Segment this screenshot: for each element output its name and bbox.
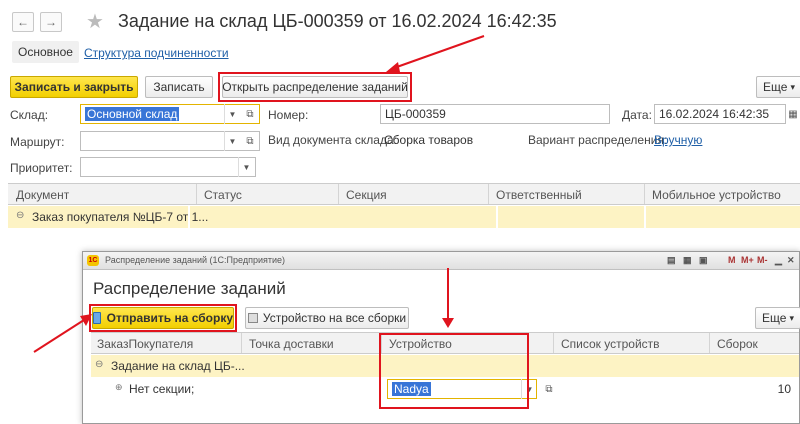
table-separator: [188, 206, 190, 228]
collapse-icon[interactable]: ⊖: [95, 359, 103, 370]
save-close-button[interactable]: Записать и закрыть: [10, 76, 138, 98]
col-delivery-point[interactable]: Точка доставки: [249, 337, 334, 351]
warehouse-open-icon[interactable]: ⧉: [242, 104, 258, 124]
date-label: Дата:: [622, 108, 652, 122]
col-status[interactable]: Статус: [204, 188, 242, 202]
memory-plus-icon[interactable]: M+: [741, 255, 754, 265]
doc-type-value: Сборка товаров: [384, 133, 474, 147]
table-separator: [496, 206, 498, 228]
calendar-icon[interactable]: ▦: [786, 104, 800, 124]
number-field[interactable]: ЦБ-000359: [380, 104, 610, 124]
device-field[interactable]: Nadya: [387, 379, 537, 399]
device-all-label: Устройство на все сборки: [262, 311, 407, 325]
expand-icon[interactable]: ⊕: [115, 382, 123, 393]
variant-link[interactable]: Вручную: [654, 133, 702, 147]
col-customer-order[interactable]: ЗаказПокупателя: [97, 337, 193, 351]
table-row[interactable]: ⊖ Задание на склад ЦБ-...: [91, 355, 799, 377]
group-row-label: Задание на склад ЦБ-...: [111, 359, 245, 373]
col-section[interactable]: Секция: [346, 188, 387, 202]
col-device-list[interactable]: Список устройств: [561, 337, 660, 351]
star-icon[interactable]: ★: [86, 9, 104, 34]
table-icon[interactable]: ▦: [683, 255, 692, 266]
route-label: Маршрут:: [10, 135, 65, 149]
memory-icon[interactable]: M: [728, 255, 736, 265]
copy-icon[interactable]: ▤: [667, 255, 676, 266]
priority-label: Приоритет:: [10, 161, 73, 175]
minimize-icon[interactable]: ▁: [775, 255, 782, 266]
number-value: ЦБ-000359: [385, 107, 446, 121]
arrow-right-icon: →: [45, 15, 57, 29]
variant-label: Вариант распределения:: [528, 133, 668, 147]
warehouse-dropdown[interactable]: ▼: [224, 104, 240, 124]
dialog-table-header: ЗаказПокупателя Точка доставки Устройств…: [91, 332, 799, 354]
device-dropdown[interactable]: ▼: [521, 379, 537, 399]
annotation-arrow: [33, 314, 92, 353]
col-assemblies[interactable]: Сборок: [717, 337, 758, 351]
priority-field[interactable]: [80, 157, 256, 177]
dialog-more-button[interactable]: Еще ▾: [755, 307, 800, 329]
col-document[interactable]: Документ: [16, 188, 69, 202]
table-row[interactable]: ⊕ Нет секции; Nadya ▼ ⧉ 10: [91, 378, 799, 400]
section-label: Нет секции;: [129, 382, 195, 396]
open-distribution-button[interactable]: Открыть распределение заданий: [222, 76, 408, 98]
annotation-arrow: [386, 35, 485, 72]
route-dropdown[interactable]: ▼: [224, 131, 240, 151]
device-all-button[interactable]: Устройство на все сборки: [245, 307, 409, 329]
number-label: Номер:: [268, 108, 309, 122]
device-icon: [247, 313, 258, 323]
app-logo-icon: 1C: [87, 255, 99, 266]
forward-button[interactable]: →: [40, 12, 62, 32]
collapse-icon[interactable]: ⊖: [16, 210, 24, 221]
date-field[interactable]: 16.02.2024 16:42:35: [654, 104, 786, 124]
page-title: Задание на склад ЦБ-000359 от 16.02.2024…: [118, 11, 557, 31]
chevron-down-icon: ▾: [790, 81, 795, 92]
calendar-icon[interactable]: ▣: [699, 255, 708, 266]
route-open-icon[interactable]: ⧉: [242, 131, 258, 151]
row-document: Заказ покупателя №ЦБ-7 от 1...: [32, 210, 209, 224]
device-open-icon[interactable]: ⧉: [541, 379, 557, 399]
warehouse-value: Основной склад: [85, 107, 180, 121]
send-to-assembly-label: Отправить на сборку: [106, 311, 233, 325]
col-responsible[interactable]: Ответственный: [496, 188, 582, 202]
close-icon[interactable]: ✕: [787, 255, 795, 266]
more-button[interactable]: Еще ▾: [756, 76, 800, 98]
tab-structure[interactable]: Структура подчиненности: [84, 46, 229, 60]
more-label: Еще: [763, 80, 788, 94]
date-value: 16.02.2024 16:42:35: [659, 107, 770, 121]
back-button[interactable]: ←: [12, 12, 34, 32]
chevron-down-icon: ▾: [789, 312, 794, 323]
priority-dropdown[interactable]: ▼: [238, 157, 254, 177]
doc-type-label: Вид документа склада:: [268, 133, 397, 147]
memory-minus-icon[interactable]: M-: [757, 255, 768, 265]
col-device[interactable]: Устройство: [389, 337, 452, 351]
save-button[interactable]: Записать: [145, 76, 213, 98]
table-separator: [644, 206, 646, 228]
arrow-left-icon: ←: [17, 15, 29, 29]
device-value: Nadya: [392, 382, 431, 396]
col-mobile-device[interactable]: Мобильное устройство: [652, 188, 781, 202]
table-row[interactable]: ⊖ Заказ покупателя №ЦБ-7 от 1...: [8, 206, 800, 228]
warehouse-label: Склад:: [10, 108, 49, 122]
dialog-title: Распределение заданий (1С:Предприятие): [105, 255, 285, 265]
dialog-heading: Распределение заданий: [93, 279, 286, 298]
annotation-arrow: [442, 268, 454, 328]
dialog-more-label: Еще: [762, 311, 787, 325]
assemblies-count: 10: [777, 382, 791, 396]
send-to-assembly-button[interactable]: Отправить на сборку: [92, 307, 234, 329]
tab-main[interactable]: Основное: [12, 41, 79, 63]
main-table-header: Документ Статус Секция Ответственный Моб…: [8, 183, 800, 205]
